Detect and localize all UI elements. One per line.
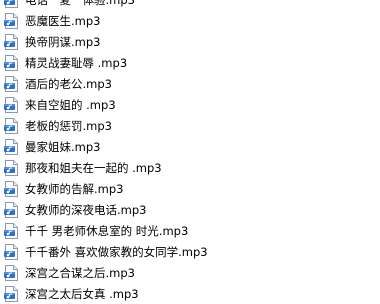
file-name: 深宫之合谋之后.mp3 — [25, 266, 135, 280]
file-item[interactable]: 曼家姐妹.mp3 — [0, 136, 380, 157]
file-name: 来自空姐的 .mp3 — [25, 98, 116, 112]
file-item[interactable]: 换帝阴谋.mp3 — [0, 31, 380, 52]
file-list: 电话一夏一体验.mp3 恶魔医生.mp3 换帝阴谋.mp3 精灵战妻耻辱 .mp3 酒后… — [0, 0, 380, 304]
file-item[interactable]: 千千 男老师休息室的 时光.mp3 — [0, 220, 380, 241]
file-item[interactable]: 酒后的老公.mp3 — [0, 73, 380, 94]
file-name: 精灵战妻耻辱 .mp3 — [25, 56, 128, 70]
file-item[interactable]: 精灵战妻耻辱 .mp3 — [0, 52, 380, 73]
file-name: 千千番外 喜欢做家教的女同学.mp3 — [25, 245, 208, 259]
file-item[interactable]: 千千番外 喜欢做家教的女同学.mp3 — [0, 241, 380, 262]
file-name: 千千 男老师休息室的 时光.mp3 — [25, 224, 189, 238]
file-item[interactable]: 来自空姐的 .mp3 — [0, 94, 380, 115]
file-item[interactable]: 深宫之合谋之后.mp3 — [0, 262, 380, 283]
file-item[interactable]: 女教师的告解.mp3 — [0, 178, 380, 199]
file-item[interactable]: 老板的惩罚.mp3 — [0, 115, 380, 136]
file-name: 深宫之太后女真 .mp3 — [25, 287, 139, 301]
file-item[interactable]: 深宫之太后女真 .mp3 — [0, 283, 380, 304]
file-name: 老板的惩罚.mp3 — [25, 119, 112, 133]
file-name: 电话一夏一体验.mp3 — [25, 0, 135, 7]
file-name: 女教师的告解.mp3 — [25, 182, 124, 196]
file-item[interactable]: 女教师的深夜电话.mp3 — [0, 199, 380, 220]
file-name: 女教师的深夜电话.mp3 — [25, 203, 147, 217]
file-name: 酒后的老公.mp3 — [25, 77, 112, 91]
file-name: 那夜和姐夫在一起的 .mp3 — [25, 161, 162, 175]
file-item[interactable]: 电话一夏一体验.mp3 — [0, 0, 380, 10]
file-name: 恶魔医生.mp3 — [25, 14, 101, 28]
file-item[interactable]: 恶魔医生.mp3 — [0, 10, 380, 31]
file-name: 换帝阴谋.mp3 — [25, 35, 101, 49]
file-name: 曼家姐妹.mp3 — [25, 140, 101, 154]
file-item[interactable]: 那夜和姐夫在一起的 .mp3 — [0, 157, 380, 178]
